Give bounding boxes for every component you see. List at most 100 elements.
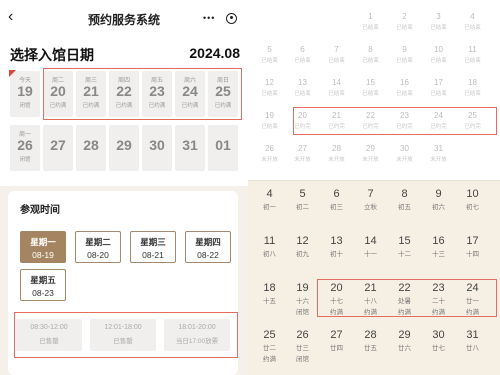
calendar-day[interactable]: 24 廿一 约满 <box>456 282 489 316</box>
time-slot[interactable]: 12:01-18:00 已售罄 <box>90 319 156 351</box>
calendar-day[interactable]: 11 初八 <box>253 235 286 258</box>
calendar-day: 27 未开放 <box>286 144 319 163</box>
calendar-day-status: 约满 <box>263 356 276 363</box>
calendar-day[interactable]: 17 十四 <box>456 235 489 258</box>
lunar-label: 初五 <box>398 204 411 211</box>
calendar-day[interactable]: 23 二十 约满 <box>422 282 455 316</box>
lunar-label: 廿一 <box>466 298 479 305</box>
calendar-day[interactable]: 5 初二 <box>286 188 319 211</box>
calendar-day-status: 未开放 <box>328 157 345 163</box>
calendar-day-status: 已约完 <box>464 124 481 130</box>
calendar-day[interactable]: 26 廿三 闭馆 <box>286 329 319 363</box>
day-number: 20 <box>50 83 66 99</box>
calendar-day[interactable]: 27 廿四 <box>320 329 353 352</box>
calendar-day[interactable]: 14 十一 <box>354 235 387 258</box>
calendar-day: 12 已结束 <box>253 78 286 97</box>
calendar-day-status: 已结束 <box>261 91 278 97</box>
mini-program-capsule: ••• <box>198 8 242 28</box>
calendar-day[interactable]: 9 初六 <box>422 188 455 211</box>
calendar-day: 23 已约完 <box>388 111 421 130</box>
calendar-day[interactable]: 29 廿六 <box>388 329 421 352</box>
day-weekday <box>175 125 205 137</box>
calendar-day-status: 已约完 <box>396 124 413 130</box>
day-number: 21 <box>83 83 99 99</box>
day-chip[interactable]: 星期五 08-23 <box>20 269 66 301</box>
lunar-label: 廿五 <box>364 345 377 352</box>
lunar-label: 廿二 <box>263 345 276 352</box>
more-icon[interactable]: ••• <box>203 13 215 23</box>
calendar-day-status: 未开放 <box>396 157 413 163</box>
calendar-day[interactable]: 28 廿五 <box>354 329 387 352</box>
day-number: 23 <box>149 83 165 99</box>
calendar-day[interactable]: 4 初一 <box>253 188 286 211</box>
day-chip-date: 08-23 <box>32 288 54 298</box>
calendar-day[interactable]: 19 十六 闭馆 <box>286 282 319 316</box>
day-cell[interactable]: 周六 24 已约满 <box>175 71 205 117</box>
calendar-day[interactable]: 13 初十 <box>320 235 353 258</box>
time-slot[interactable]: 18:01-20:00 当日17:00放票 <box>164 319 230 351</box>
day-chip-weekday: 星期二 <box>85 237 111 247</box>
calendar-day[interactable]: 7 立秋 <box>354 188 387 211</box>
day-chip[interactable]: 星期四 08-22 <box>185 231 231 263</box>
calendar-day[interactable]: 18 十五 <box>253 282 286 305</box>
calendar-day[interactable]: 15 十二 <box>388 235 421 258</box>
day-cell[interactable]: 01 <box>208 125 238 171</box>
day-cell[interactable]: 27 <box>43 125 73 171</box>
calendar-day-number: 21 <box>332 111 341 120</box>
day-cell[interactable]: 28 <box>76 125 106 171</box>
lunar-label: 十四 <box>466 251 479 258</box>
calendar-day-number: 4 <box>266 188 273 200</box>
calendar-day[interactable]: 10 初七 <box>456 188 489 211</box>
calendar-day[interactable]: 22 处暑 约满 <box>388 282 421 316</box>
day-cell[interactable]: 周四 22 已约满 <box>109 71 139 117</box>
day-cell[interactable]: 周一 26 闭馆 <box>10 125 40 171</box>
calendar-day-status: 已结束 <box>464 25 481 31</box>
calendar-day: 18 已结束 <box>456 78 489 97</box>
calendar-day[interactable]: 31 廿八 <box>456 329 489 352</box>
lunar-label: 十八 <box>364 298 377 305</box>
calendar-day: 11 已结束 <box>456 45 489 64</box>
calendar-day[interactable]: 16 十三 <box>422 235 455 258</box>
calendar-day[interactable]: 20 十七 约满 <box>320 282 353 316</box>
calendar-day[interactable]: 12 初九 <box>286 235 319 258</box>
calendar-day-number: 16 <box>432 235 445 247</box>
day-chip[interactable]: 星期二 08-20 <box>75 231 121 263</box>
day-cell[interactable]: 31 <box>175 125 205 171</box>
day-chip-weekday: 星期四 <box>195 237 221 247</box>
lunar-label: 十五 <box>263 298 276 305</box>
day-cell[interactable]: 周二 20 已约满 <box>43 71 73 117</box>
day-cell[interactable]: 30 <box>142 125 172 171</box>
calendar-day-number: 17 <box>466 235 479 247</box>
calendar-day[interactable]: 25 廿二 约满 <box>253 329 286 363</box>
calendar-day[interactable]: 30 廿七 <box>422 329 455 352</box>
calendar-day-status: 已结束 <box>362 25 379 31</box>
calendar-day: 19 已结束 <box>253 111 286 130</box>
calendar-day[interactable]: 6 初三 <box>320 188 353 211</box>
lunar-label: 十七 <box>330 298 343 305</box>
calendar-day-number: 27 <box>330 329 343 341</box>
day-weekday: 周六 <box>183 78 196 84</box>
calendar-day: 5 已结束 <box>253 45 286 64</box>
lunar-label: 廿三 <box>296 345 309 352</box>
time-slot[interactable]: 08:30-12:00 已售罄 <box>16 319 82 351</box>
day-cell[interactable]: 周三 21 已约满 <box>76 71 106 117</box>
day-cell[interactable]: 周日 25 已约满 <box>208 71 238 117</box>
day-chip[interactable]: 星期一 08-19 <box>20 231 66 263</box>
calendar-day[interactable]: 8 初五 <box>388 188 421 211</box>
calendar-day-number: 4 <box>470 12 475 21</box>
calendar-day: 9 已结束 <box>388 45 421 64</box>
calendar-day: 7 已结束 <box>320 45 353 64</box>
calendar-day: 30 未开放 <box>388 144 421 163</box>
calendar-day-number: 16 <box>400 78 409 87</box>
calendar-day: 28 未开放 <box>320 144 353 163</box>
date-panel-header: 选择入馆日期 2024.08 <box>0 36 248 68</box>
calendar-day-number: 22 <box>398 282 411 294</box>
calendar-day-number: 23 <box>432 282 445 294</box>
day-cell[interactable]: 今天 19 闭馆 <box>9 70 40 117</box>
day-cell[interactable]: 29 <box>109 125 139 171</box>
calendar-day-number: 2 <box>402 12 407 21</box>
day-chip[interactable]: 星期三 08-21 <box>130 231 176 263</box>
target-icon[interactable] <box>226 12 237 24</box>
day-cell[interactable]: 周五 23 已约满 <box>142 71 172 117</box>
calendar-day[interactable]: 21 十八 约满 <box>354 282 387 316</box>
